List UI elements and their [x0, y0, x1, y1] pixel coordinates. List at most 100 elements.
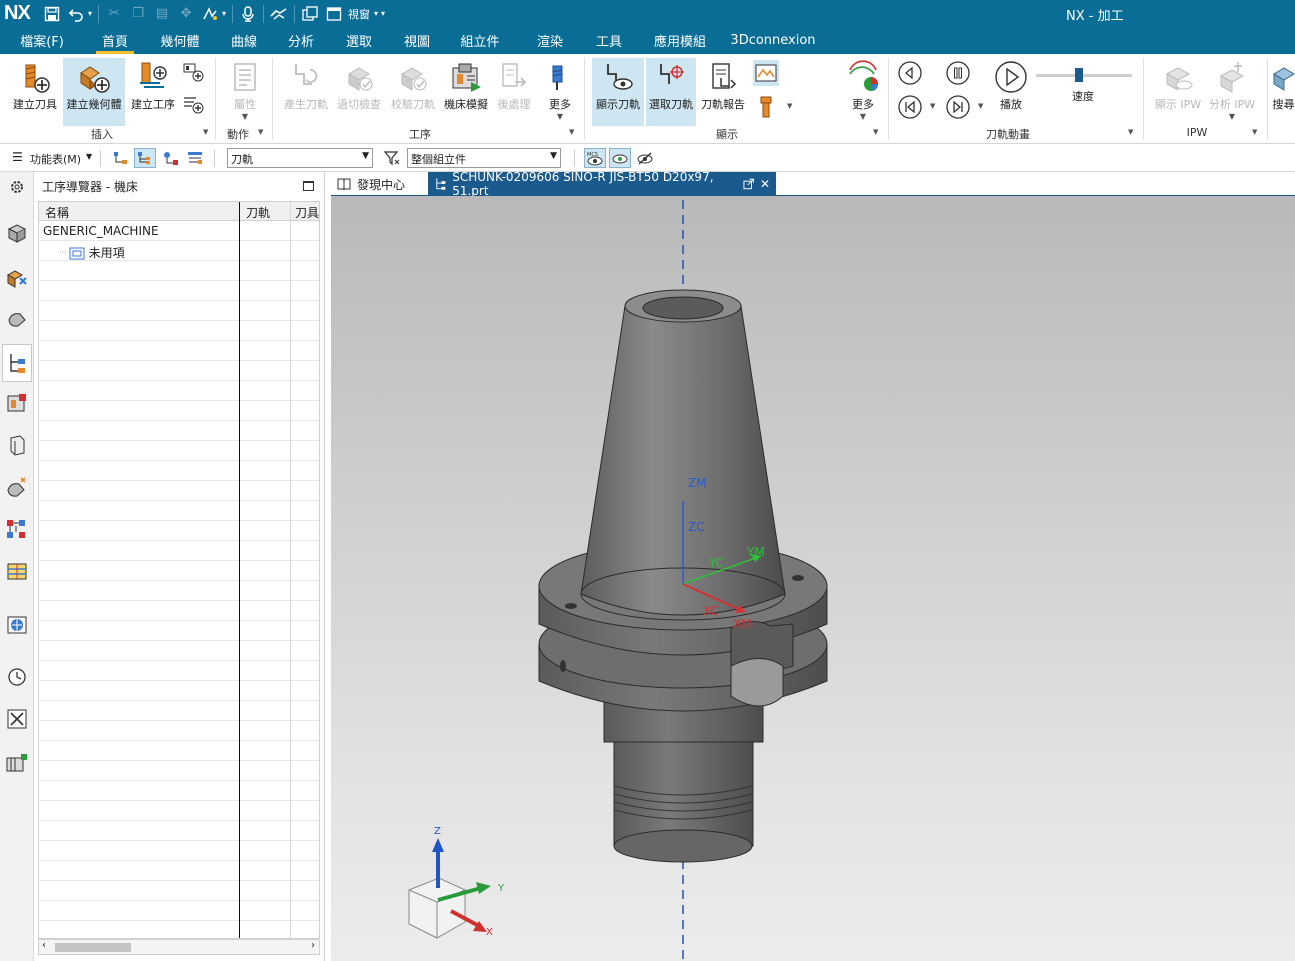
table-row[interactable] — [39, 441, 319, 461]
table-row[interactable] — [39, 301, 319, 321]
table-row[interactable] — [39, 701, 319, 721]
show-path-button[interactable]: 顯示刀軌 — [592, 58, 644, 126]
machining-method-view-icon[interactable] — [184, 148, 206, 168]
tab-part-file[interactable]: SCHUNK-0209606 SINO-R JIS-BT50 D20x97, 5… — [428, 170, 776, 198]
verify-path-button[interactable]: 校驗刀軌 — [387, 58, 439, 112]
program-order-view-icon[interactable] — [110, 148, 132, 168]
step-forward-icon[interactable] — [945, 94, 971, 120]
rewind-dropdown-icon[interactable]: ▼ — [930, 102, 935, 110]
table-row[interactable] — [39, 801, 319, 821]
table-row[interactable] — [39, 821, 319, 841]
table-row[interactable] — [39, 281, 319, 301]
undock-icon[interactable] — [743, 178, 754, 190]
microphone-icon[interactable] — [237, 4, 259, 24]
speed-slider-track[interactable] — [1036, 74, 1132, 77]
table-row[interactable] — [39, 341, 319, 361]
table-row[interactable] — [39, 841, 319, 861]
geometry-view-icon[interactable] — [160, 148, 182, 168]
tab-select[interactable]: 選取 — [328, 27, 390, 54]
tab-analysis[interactable]: 分析 — [274, 27, 328, 54]
scrollbar-thumb[interactable] — [55, 943, 131, 952]
operation-navigator-icon[interactable] — [2, 344, 32, 382]
create-tool-button[interactable]: 建立刀具 — [10, 58, 60, 112]
table-row[interactable]: ··· 未用項 — [39, 241, 319, 261]
feature-recognition-icon[interactable] — [3, 472, 31, 502]
tool-display-dropdown-icon[interactable]: ▼ — [787, 102, 792, 110]
cut-icon[interactable]: ✂ — [103, 4, 125, 24]
tool-display-icon[interactable] — [753, 94, 779, 120]
table-row[interactable] — [39, 481, 319, 501]
machine-tool-view-icon[interactable] — [134, 148, 156, 168]
table-row[interactable] — [39, 681, 319, 701]
tree-node[interactable]: GENERIC_MACHINE — [43, 224, 159, 238]
step-back-icon[interactable] — [897, 60, 923, 86]
group-action-expand-icon[interactable]: ▼ — [258, 128, 263, 136]
view-triad[interactable] — [408, 838, 491, 939]
pause-icon[interactable] — [945, 60, 971, 86]
tab-view[interactable]: 視圖 — [390, 27, 444, 54]
machine-library-icon[interactable] — [3, 748, 31, 778]
function-menu-button[interactable]: 功能表(M) — [30, 151, 81, 167]
analyze-ipw-dropdown-icon[interactable]: ▼ — [1229, 112, 1235, 121]
show-ipw-toggle-icon[interactable] — [753, 60, 779, 86]
part-navigator-icon[interactable] — [3, 304, 31, 334]
maximize-panel-icon[interactable] — [303, 181, 314, 191]
table-row[interactable] — [39, 401, 319, 421]
gouge-check-button[interactable]: 過切檢查 — [334, 58, 384, 112]
group-ipw-expand-icon[interactable]: ▼ — [1252, 128, 1257, 136]
machine-sim-button[interactable]: 機床模擬 — [441, 58, 491, 112]
tab-3dconnexion[interactable]: 3Dconnexion — [726, 27, 820, 54]
more-operation-button[interactable]: 更多 ▼ — [540, 58, 580, 121]
hide-all-icon[interactable] — [634, 148, 656, 168]
history-icon[interactable] — [3, 662, 31, 692]
undo-icon[interactable] — [65, 4, 87, 24]
graphics-window[interactable]: ZM ZC YC YM XC XM Z Y X — [331, 196, 1295, 961]
group-display-expand-icon[interactable]: ▼ — [873, 128, 878, 136]
create-program-icon[interactable] — [181, 92, 207, 118]
tab-discovery-center[interactable]: 發現中心 — [331, 172, 425, 196]
save-icon[interactable] — [41, 4, 63, 24]
table-row[interactable] — [39, 601, 319, 621]
machining-feature-navigator-icon[interactable] — [3, 430, 31, 460]
create-operation-button[interactable]: 建立工序 — [128, 58, 178, 112]
resource-bar-settings-icon[interactable] — [3, 172, 31, 202]
search-cut-button[interactable]: 搜尋 — [1272, 58, 1295, 112]
table-row[interactable] — [39, 361, 319, 381]
postprocess-button[interactable]: 後處理 — [493, 58, 535, 112]
repeat-command-icon[interactable]: ✥ — [175, 4, 197, 24]
table-row[interactable] — [39, 461, 319, 481]
table-row[interactable] — [39, 581, 319, 601]
table-row[interactable] — [39, 741, 319, 761]
table-row[interactable] — [39, 421, 319, 441]
more-display-dropdown-icon[interactable]: ▼ — [860, 112, 866, 121]
generate-path-button[interactable]: 產生刀軌 — [280, 58, 332, 112]
selection-scope-select[interactable]: 整個組立件 ▼ — [407, 148, 561, 168]
switch-window-icon[interactable] — [299, 4, 321, 24]
tab-file[interactable]: 檔案(F) — [0, 27, 84, 54]
assembly-navigator-icon[interactable] — [3, 218, 31, 248]
constraint-navigator-icon[interactable] — [3, 262, 31, 292]
close-tab-icon[interactable]: ✕ — [760, 177, 770, 191]
web-browser-icon[interactable] — [3, 610, 31, 640]
table-row[interactable]: GENERIC_MACHINE — [39, 221, 319, 241]
tab-assemblies[interactable]: 組立件 — [444, 27, 516, 54]
step-forward-dropdown-icon[interactable]: ▼ — [978, 102, 983, 110]
more-operation-dropdown-icon[interactable]: ▼ — [557, 112, 563, 121]
column-header-toolpath[interactable]: 刀軌 — [246, 204, 270, 221]
feature-process-icon[interactable] — [3, 514, 31, 544]
table-row[interactable] — [39, 561, 319, 581]
column-header-name[interactable]: 名稱 — [45, 204, 69, 221]
horizontal-scrollbar[interactable]: ‹ › — [38, 939, 320, 955]
tab-tools[interactable]: 工具 — [584, 27, 634, 54]
cut-pattern-icon[interactable] — [3, 556, 31, 586]
table-row[interactable] — [39, 881, 319, 901]
selection-style-icon[interactable] — [199, 4, 221, 24]
table-row[interactable] — [39, 761, 319, 781]
attributes-dropdown-icon[interactable]: ▼ — [242, 112, 248, 121]
table-row[interactable] — [39, 901, 319, 921]
group-insert-expand-icon[interactable]: ▼ — [203, 128, 208, 136]
window-dropdown-icon[interactable]: ▾ — [374, 9, 378, 18]
column-header-tool[interactable]: 刀具 — [295, 204, 319, 221]
tree-node[interactable]: ··· 未用項 — [59, 244, 125, 261]
table-row[interactable] — [39, 721, 319, 741]
